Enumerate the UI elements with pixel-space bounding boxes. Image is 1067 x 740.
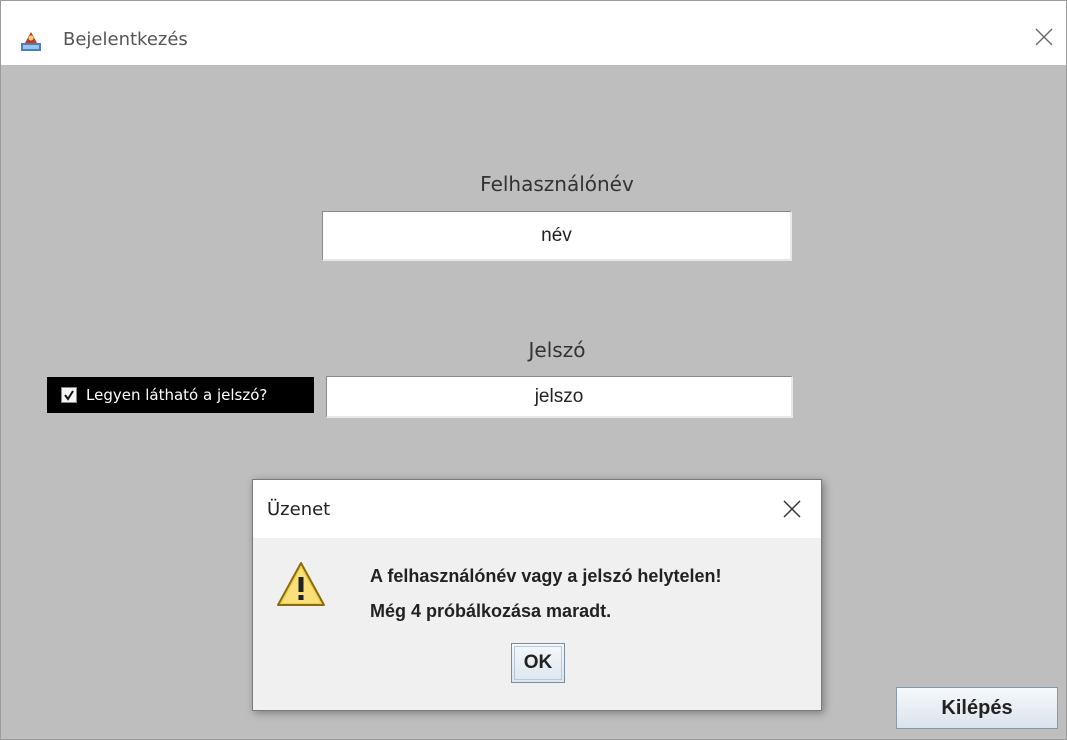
- checkbox-box: [61, 387, 77, 403]
- ok-button[interactable]: OK: [511, 643, 565, 683]
- dialog-title: Üzenet: [267, 499, 331, 520]
- java-app-icon: [21, 31, 41, 51]
- password-label: Jelszó: [528, 338, 586, 362]
- close-icon: [783, 500, 801, 518]
- message-dialog: Üzenet A felhasználónév vagy a jelszó he…: [252, 479, 822, 711]
- show-password-checkbox[interactable]: Legyen látható a jelszó?: [47, 377, 314, 413]
- window-close-button[interactable]: [1022, 15, 1066, 59]
- login-window: Bejelentkezés Felhasználónév név Jelszó …: [0, 0, 1067, 740]
- password-field[interactable]: jelszo: [326, 376, 793, 418]
- window-titlebar: Bejelentkezés: [1, 1, 1066, 65]
- close-icon: [1035, 28, 1053, 46]
- dialog-titlebar: Üzenet: [253, 480, 821, 538]
- exit-button[interactable]: Kilépés: [896, 687, 1058, 729]
- show-password-label: Legyen látható a jelszó?: [86, 386, 268, 404]
- username-label: Felhasználónév: [480, 172, 634, 196]
- window-title: Bejelentkezés: [63, 29, 188, 50]
- username-field[interactable]: név: [322, 211, 792, 261]
- dialog-message-line2: Még 4 próbálkozása maradt.: [370, 601, 612, 621]
- check-mark-icon: [64, 390, 74, 401]
- dialog-close-button[interactable]: [777, 494, 807, 524]
- dialog-message-line1: A felhasználónév vagy a jelszó helytelen…: [370, 566, 722, 586]
- warning-icon: [275, 560, 327, 608]
